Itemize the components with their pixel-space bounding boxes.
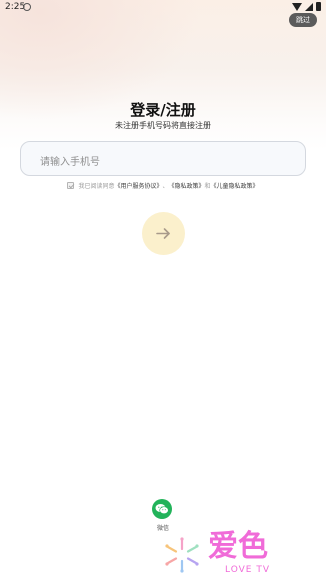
- watermark: 爱色 LOVE TV: [163, 530, 293, 578]
- user-agreement-link[interactable]: 《用户服务协议》: [114, 181, 162, 190]
- signal-icon: [305, 2, 313, 11]
- wechat-icon: [155, 504, 169, 514]
- agreement-prefix: 我已阅读同意: [78, 183, 115, 190]
- wechat-login-button[interactable]: [152, 499, 172, 519]
- page-subtitle: 未注册手机号码将直接注册: [115, 121, 211, 130]
- wifi-icon: [292, 2, 302, 11]
- skip-button[interactable]: 跳过: [289, 13, 317, 27]
- status-bar: 2:25: [0, 0, 326, 14]
- phone-input-placeholder: 请输入手机号: [40, 157, 100, 168]
- checkbox-icon[interactable]: [67, 182, 75, 189]
- status-icons: [292, 2, 321, 11]
- watermark-logo-icon: [165, 537, 199, 573]
- agreement-row: 我已阅读同意 《用户服务协议》 、 《隐私政策》 和 《儿童隐私政策》: [0, 181, 326, 190]
- children-privacy-link[interactable]: 《儿童隐私政策》: [211, 181, 259, 190]
- watermark-title: 爱色: [208, 529, 268, 564]
- watermark-subtitle: LOVE TV: [225, 565, 270, 575]
- status-extra-icon: [23, 3, 31, 11]
- phone-input[interactable]: 请输入手机号: [20, 141, 306, 176]
- page-title: 登录/注册: [130, 101, 196, 119]
- privacy-policy-link[interactable]: 《隐私政策》: [169, 181, 205, 190]
- arrow-right-icon: [156, 228, 170, 239]
- battery-icon: [316, 2, 321, 11]
- submit-button[interactable]: [142, 212, 185, 255]
